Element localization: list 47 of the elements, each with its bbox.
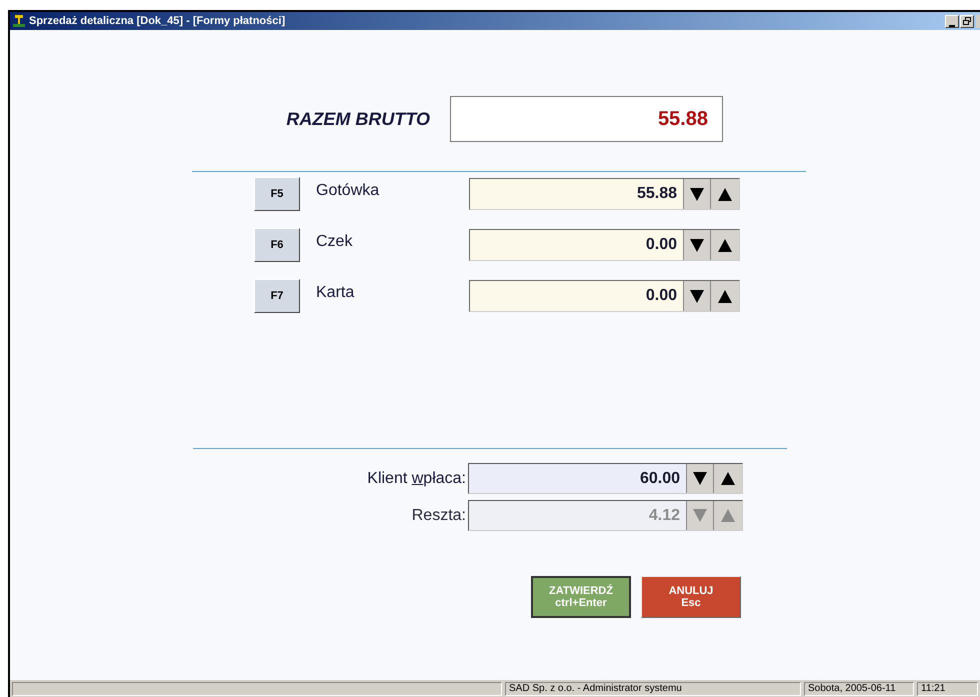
decrement-button[interactable] [683, 230, 710, 260]
shortcut-key-button[interactable]: F6 [254, 228, 300, 262]
summary-label: Klient wpłaca: [366, 468, 467, 488]
total-label: RAZEM BRUTTO [285, 108, 431, 130]
amount-field[interactable]: 0.00 [469, 280, 740, 312]
amount-value: 0.00 [644, 235, 678, 255]
increment-button[interactable] [713, 464, 742, 493]
payment-method-label: Gotówka [316, 181, 380, 201]
restore-icon [963, 17, 971, 25]
down-triangle-icon [690, 188, 704, 200]
shortcut-key-button[interactable]: F7 [254, 279, 300, 313]
up-triangle-icon [718, 238, 732, 252]
increment-button[interactable] [710, 230, 739, 260]
summary-value: 60.00 [638, 468, 681, 488]
up-triangle-icon [718, 188, 732, 200]
down-triangle-icon [693, 472, 707, 485]
payment-method-label: Czek [316, 232, 354, 252]
amount-value: 0.00 [644, 286, 678, 306]
cancel-button[interactable]: ANULUJ Esc [641, 576, 741, 618]
decrement-button[interactable] [686, 464, 713, 493]
down-triangle-icon [690, 290, 704, 302]
down-triangle-icon [690, 238, 704, 252]
decrement-button[interactable] [683, 281, 710, 311]
up-triangle-icon [721, 509, 735, 522]
minimize-icon [949, 24, 955, 26]
increment-button[interactable] [710, 281, 739, 311]
amount-field[interactable]: 0.00 [469, 229, 740, 261]
shortcut-key-button[interactable]: F5 [254, 177, 300, 211]
window-title: Sprzedaż detaliczna [Dok_45] - [Formy płatności] [29, 14, 286, 29]
summary-field[interactable]: 60.00 [468, 463, 743, 494]
summary-label: Reszta: [410, 506, 467, 526]
summary-value: 4.12 [648, 506, 681, 526]
down-triangle-icon [693, 509, 707, 522]
payment-method-label: Karta [316, 283, 356, 303]
status-time: 11:21 [917, 682, 978, 696]
amount-field[interactable]: 55.88 [469, 178, 740, 210]
status-text: SAD Sp. z o.o. - Administrator systemu [505, 682, 801, 696]
minimize-button[interactable] [945, 14, 959, 28]
up-triangle-icon [721, 472, 735, 485]
decrement-button[interactable] [683, 179, 710, 209]
restore-button[interactable] [960, 14, 974, 28]
status-date: Sobota, 2005-06-11 [804, 682, 914, 696]
increment-button[interactable] [710, 179, 739, 209]
total-amount-field: 55.88 [450, 96, 723, 142]
up-triangle-icon [718, 290, 732, 302]
app-icon [12, 14, 26, 28]
amount-value: 55.88 [636, 184, 678, 204]
